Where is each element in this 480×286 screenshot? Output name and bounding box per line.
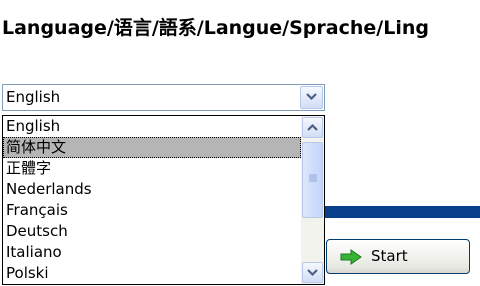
blue-divider-bar: [300, 206, 480, 218]
scroll-up-button[interactable]: [302, 117, 323, 138]
language-dropdown-list[interactable]: English 简体中文 正體字 Nederlands Français Deu…: [2, 115, 325, 285]
grip-icon: [309, 174, 317, 182]
option-traditional-chinese[interactable]: 正體字: [3, 158, 301, 179]
start-button-label: Start: [371, 247, 408, 265]
option-english[interactable]: English: [3, 116, 301, 137]
option-polish[interactable]: Polski: [3, 263, 301, 284]
start-button[interactable]: Start: [326, 239, 470, 274]
language-options: English 简体中文 正體字 Nederlands Français Deu…: [3, 116, 301, 284]
option-french[interactable]: Français: [3, 200, 301, 221]
dropdown-scrollbar[interactable]: [301, 116, 324, 284]
chevron-down-icon: [306, 93, 317, 101]
scrollbar-thumb[interactable]: [302, 142, 323, 218]
scroll-down-button[interactable]: [302, 262, 323, 283]
language-select[interactable]: English: [2, 84, 325, 111]
option-simplified-chinese[interactable]: 简体中文: [3, 137, 301, 158]
option-italian[interactable]: Italiano: [3, 242, 301, 263]
option-german[interactable]: Deutsch: [3, 221, 301, 242]
chevron-up-icon: [307, 123, 318, 131]
page-title: Language/语言/語系/Langue/Sprache/Ling: [2, 17, 429, 39]
language-select-value: English: [6, 88, 61, 106]
chevron-down-icon: [307, 269, 318, 277]
option-dutch[interactable]: Nederlands: [3, 179, 301, 200]
dropdown-button[interactable]: [300, 86, 323, 109]
green-arrow-right-icon: [340, 249, 362, 265]
